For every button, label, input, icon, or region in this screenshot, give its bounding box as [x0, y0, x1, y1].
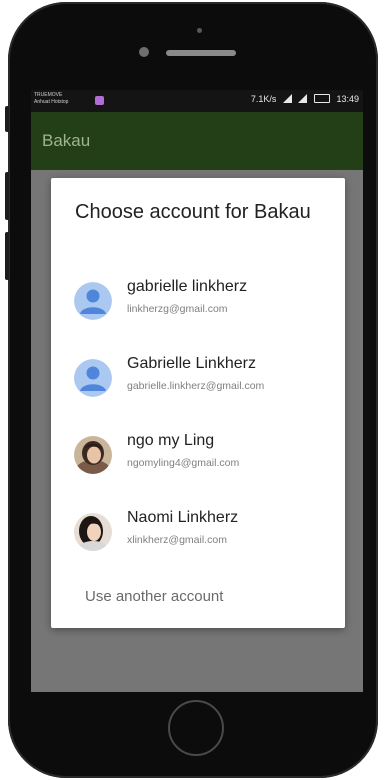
notification-icon [95, 96, 104, 105]
use-another-account-button[interactable]: Use another account [85, 588, 223, 605]
account-email: linkherzg@gmail.com [127, 303, 228, 315]
account-email: xlinkherz@gmail.com [127, 534, 227, 546]
network-speed: 7.1K/s [250, 94, 277, 104]
account-email: ngomyling4@gmail.com [127, 457, 240, 469]
front-camera [139, 47, 149, 57]
profile-photo [74, 436, 112, 474]
proximity-sensor [197, 28, 202, 33]
carrier-line-1: TRUEMOVE [34, 92, 63, 98]
battery-icon [313, 94, 330, 103]
status-indicators: 7.1K/s 13:49 [247, 94, 359, 104]
earpiece-speaker [166, 50, 236, 56]
dialog-title: Choose account for Bakau [75, 201, 311, 223]
account-chooser-dialog: Choose account for Bakau gabrielle linkh… [51, 178, 345, 628]
profile-photo [74, 513, 112, 551]
account-name: gabrielle linkherz [127, 278, 248, 295]
app-title: Bakau [42, 131, 91, 150]
account-item[interactable]: Gabrielle Linkherz gabrielle.linkherz@gm… [51, 347, 345, 411]
default-person-icon [74, 359, 112, 397]
account-item[interactable]: ngo my Ling ngomyling4@gmail.com [51, 424, 345, 488]
account-item[interactable]: Naomi Linkherz xlinkherz@gmail.com [51, 501, 345, 565]
signal-icon-2 [298, 94, 308, 103]
clock: 13:49 [336, 94, 359, 104]
account-name: Gabrielle Linkherz [127, 355, 256, 372]
carrier-line-2: Anhuat Hotstop [34, 99, 69, 105]
default-person-icon [74, 282, 112, 320]
signal-icon [282, 94, 292, 103]
status-bar: TRUEMOVE Anhuat Hotstop 7.1K/s 13:49 [31, 90, 363, 112]
account-name: Naomi Linkherz [127, 509, 239, 526]
mute-switch [5, 106, 9, 132]
app-bar: Bakau [31, 112, 363, 170]
carrier-label: TRUEMOVE Anhuat Hotstop [34, 92, 68, 106]
account-item[interactable]: gabrielle linkherz linkherzg@gmail.com [51, 270, 345, 334]
account-email: gabrielle.linkherz@gmail.com [127, 380, 265, 392]
home-button[interactable] [168, 700, 224, 756]
account-name: ngo my Ling [127, 432, 215, 449]
volume-up-button [5, 172, 9, 220]
volume-down-button [5, 232, 9, 280]
